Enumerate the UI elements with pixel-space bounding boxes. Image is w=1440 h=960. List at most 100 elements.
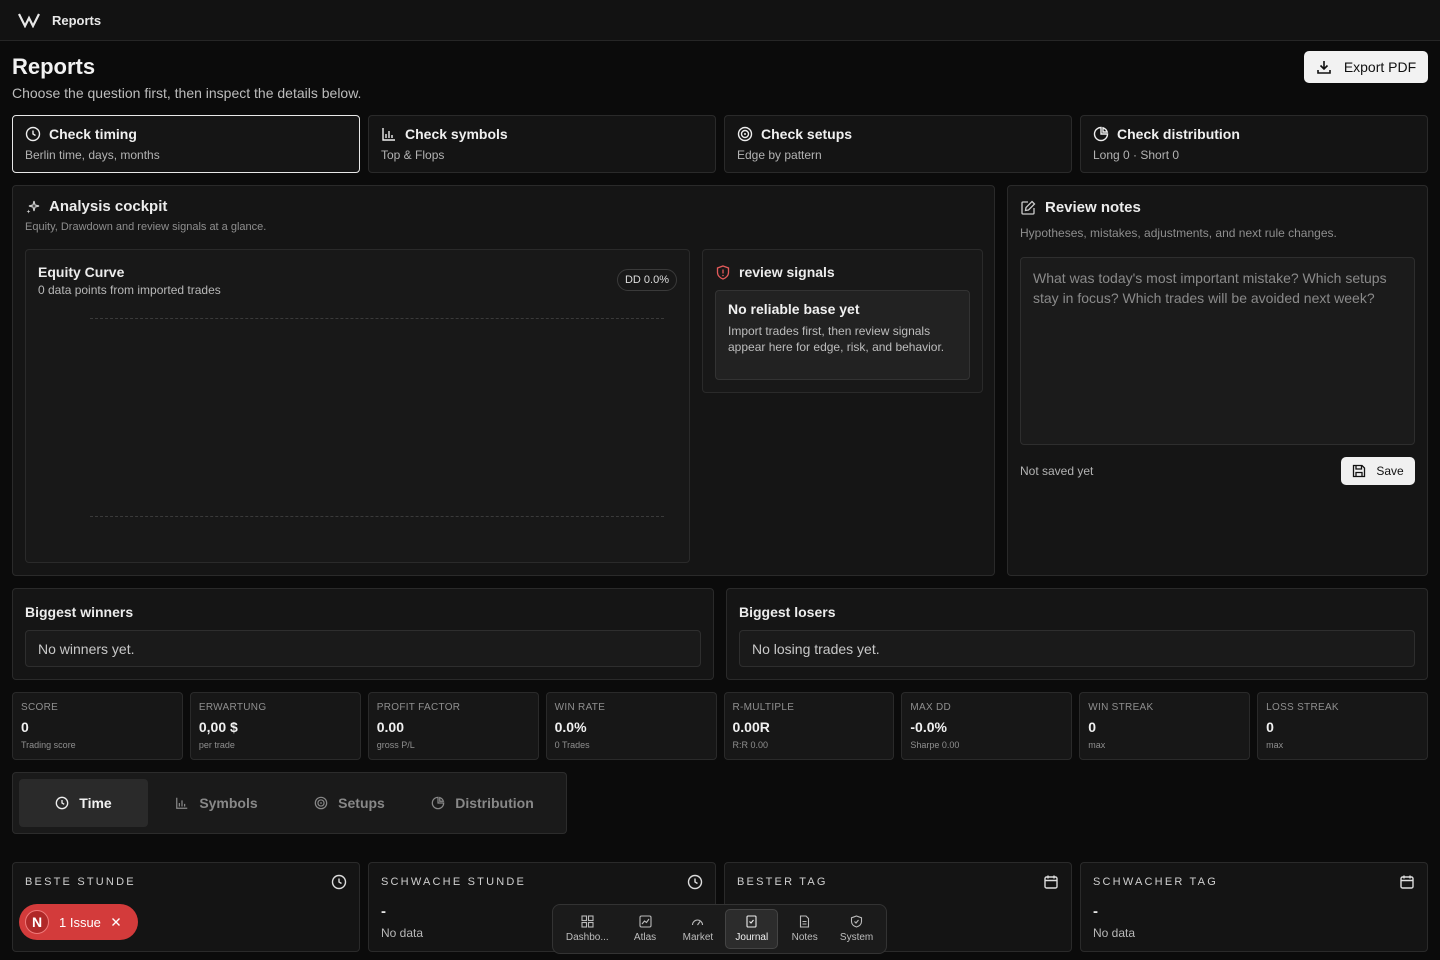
shield-alert-icon xyxy=(716,264,730,280)
kpi-sub: Trading score xyxy=(21,740,76,750)
review-signals-empty-state: No reliable base yet Import trades first… xyxy=(715,290,970,380)
kpi-label: R-MULTIPLE xyxy=(732,702,795,713)
kpi-value: 0 xyxy=(1088,719,1097,735)
journal-icon xyxy=(746,915,757,928)
winners-empty-state: No winners yet. xyxy=(25,630,701,667)
biggest-losers-title: Biggest losers xyxy=(739,604,836,620)
tab-label: Symbols xyxy=(199,795,258,811)
biggest-losers-panel: Biggest losers No losing trades yet. xyxy=(726,588,1428,680)
stat-label: SCHWACHER TAG xyxy=(1093,876,1218,888)
export-pdf-button[interactable]: Export PDF xyxy=(1304,51,1428,83)
dock-item-journal[interactable]: Journal xyxy=(725,909,779,949)
issue-avatar: N xyxy=(25,910,49,934)
edit-note-icon xyxy=(1021,200,1036,215)
question-card-title: Check distribution xyxy=(1117,126,1240,142)
dock-label: Journal xyxy=(735,932,769,943)
save-status: Not saved yet xyxy=(1020,464,1094,478)
kpi-card-expectancy: ERWARTUNG 0,00 $ per trade xyxy=(189,692,361,760)
kpi-label: WIN RATE xyxy=(554,702,606,713)
page-title: Reports xyxy=(12,54,96,79)
kpi-card-win-streak: WIN STREAK 0 max xyxy=(1079,692,1251,760)
kpi-label: MAX DD xyxy=(910,702,952,713)
grid-icon xyxy=(581,915,594,928)
cockpit-subtitle: Equity, Drawdown and review signals at a… xyxy=(25,221,267,233)
biggest-winners-panel: Biggest winners No winners yet. xyxy=(12,588,714,680)
dock-item-dashboard[interactable]: Dashbo... xyxy=(557,909,618,949)
losers-empty-state: No losing trades yet. xyxy=(739,630,1415,667)
cockpit-title: Analysis cockpit xyxy=(49,198,168,215)
kpi-card-loss-streak: LOSS STREAK 0 max xyxy=(1257,692,1428,760)
tab-setups[interactable]: Setups xyxy=(285,779,414,827)
question-card-title: Check symbols xyxy=(405,126,508,142)
dock-item-system[interactable]: System xyxy=(831,909,882,949)
kpi-card-profit-factor: PROFIT FACTOR 0.00 gross P/L xyxy=(367,692,539,760)
target-icon xyxy=(314,796,328,810)
dock-item-atlas[interactable]: Atlas xyxy=(620,909,671,949)
dock-label: System xyxy=(839,932,874,943)
stat-value: - xyxy=(1093,903,1098,920)
clock-icon xyxy=(331,874,347,890)
review-notes-textarea[interactable] xyxy=(1020,257,1415,445)
kpi-label: ERWARTUNG xyxy=(198,702,267,713)
bar-chart-icon xyxy=(382,128,395,141)
issue-badge[interactable]: N 1 Issue xyxy=(19,904,138,940)
kpi-value: 0.0% xyxy=(554,719,587,735)
sparkles-icon xyxy=(26,200,40,213)
kpi-value: 0.00 xyxy=(376,719,404,735)
equity-curve-card: Equity Curve 0 data points from imported… xyxy=(25,249,690,563)
stat-sub: No data xyxy=(1093,926,1136,940)
dock-item-market[interactable]: Market xyxy=(672,909,723,949)
stat-label: BESTER TAG xyxy=(737,876,828,888)
kpi-label: WIN STREAK xyxy=(1088,702,1154,713)
question-card-setups[interactable]: Check setups Edge by pattern xyxy=(724,115,1072,173)
kpi-value: -0.0% xyxy=(910,719,947,735)
document-icon xyxy=(800,915,810,928)
kpi-sub: gross P/L xyxy=(376,740,415,750)
question-card-timing[interactable]: Check timing Berlin time, days, months xyxy=(12,115,360,173)
review-signals-title: review signals xyxy=(739,264,835,280)
tab-label: Time xyxy=(79,795,112,811)
shield-icon xyxy=(851,915,863,928)
stat-card-weak-day: SCHWACHER TAG - No data xyxy=(1080,862,1428,952)
review-notes-subtitle: Hypotheses, mistakes, adjustments, and n… xyxy=(1020,226,1337,240)
question-card-subtitle: Berlin time, days, months xyxy=(25,148,160,162)
empty-state-text: Import trades first, then review signals… xyxy=(728,324,945,354)
dock-label: Notes xyxy=(791,932,818,943)
kpi-card-max-dd: MAX DD -0.0% Sharpe 0.00 xyxy=(901,692,1073,760)
tab-time[interactable]: Time xyxy=(19,779,148,827)
save-notes-button[interactable]: Save xyxy=(1341,457,1415,485)
question-card-title: Check setups xyxy=(761,126,853,142)
kpi-sub: per trade xyxy=(198,740,235,750)
review-notes-title: Review notes xyxy=(1045,199,1141,216)
page-subtitle: Choose the question first, then inspect … xyxy=(12,85,362,101)
kpi-card-r-multiple: R-MULTIPLE 0.00R R:R 0.00 xyxy=(723,692,895,760)
app-logo-icon[interactable] xyxy=(18,12,40,28)
equity-curve-subtitle: 0 data points from imported trades xyxy=(38,283,221,297)
dock-label: Market xyxy=(682,932,714,943)
dock-item-notes[interactable]: Notes xyxy=(780,909,829,949)
calendar-icon xyxy=(1044,875,1058,889)
question-card-symbols[interactable]: Check symbols Top & Flops xyxy=(368,115,716,173)
question-card-distribution[interactable]: Check distribution Long 0 · Short 0 xyxy=(1080,115,1428,173)
kpi-value: 0,00 $ xyxy=(198,719,238,735)
kpi-card-win-rate: WIN RATE 0.0% 0 Trades xyxy=(545,692,717,760)
kpi-sub: R:R 0.00 xyxy=(732,740,769,750)
pie-icon xyxy=(431,796,445,810)
tab-label: Distribution xyxy=(455,795,534,811)
clock-icon xyxy=(687,874,703,890)
dock-label: Atlas xyxy=(633,932,657,943)
stat-label: SCHWACHE STUNDE xyxy=(381,876,527,888)
chart-gridline xyxy=(90,318,664,319)
dock-label: Dashbo... xyxy=(565,932,609,943)
close-icon[interactable] xyxy=(111,917,121,927)
issue-label: 1 Issue xyxy=(59,914,101,930)
clock-icon xyxy=(55,796,69,810)
question-card-title: Check timing xyxy=(49,126,137,142)
chart-gridline xyxy=(90,516,664,517)
download-icon xyxy=(1317,61,1331,74)
kpi-value: 0.00R xyxy=(732,719,770,735)
tab-symbols[interactable]: Symbols xyxy=(152,779,281,827)
analysis-cockpit-panel: Analysis cockpit Equity, Drawdown and re… xyxy=(12,185,995,576)
gauge-icon xyxy=(692,919,704,926)
tab-distribution[interactable]: Distribution xyxy=(418,779,547,827)
